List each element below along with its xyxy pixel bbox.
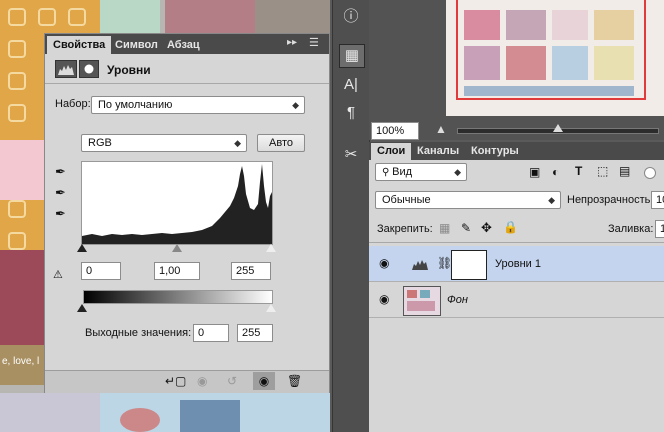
levels-adjustment-icon <box>55 60 77 78</box>
layer-visibility-eye-icon[interactable]: ◉ <box>379 256 389 270</box>
canvas-caption: e, love, l <box>2 356 40 367</box>
layer-mask-thumbnail[interactable] <box>451 250 487 280</box>
output-black-slider[interactable] <box>77 304 87 312</box>
blend-mode-select[interactable]: Обычные ◆ <box>375 191 561 209</box>
filter-image-icon[interactable]: ▣ <box>529 165 540 179</box>
layer-visibility-eye-icon[interactable]: ◉ <box>379 292 389 306</box>
tab-paths[interactable]: Контуры <box>465 143 525 160</box>
input-black-field[interactable]: 0 <box>81 262 121 280</box>
channel-select[interactable]: RGB ◆ <box>81 134 247 152</box>
layer-mask-link-icon[interactable]: ⛓ <box>437 256 452 270</box>
lock-transparent-icon[interactable]: ▦ <box>439 221 450 235</box>
panel-icon-strip: ⓘ ▦ A| ¶ ✂ <box>332 0 370 432</box>
gray-point-eyedropper-icon[interactable]: ✒ <box>55 185 66 201</box>
output-gradient <box>83 290 273 304</box>
auto-button[interactable]: Авто <box>257 134 305 152</box>
layers-panel: Слои Каналы Контуры ⚲ Вид ◆ ▣ ◐ T ⬚ ▤ Обы… <box>369 142 664 432</box>
canvas-dot-pattern <box>100 0 160 34</box>
character-icon[interactable]: A| <box>339 74 363 96</box>
reset-icon[interactable]: ↺ <box>227 374 237 388</box>
layer-name-levels[interactable]: Уровни 1 <box>495 258 541 270</box>
visibility-eye-icon[interactable]: ◉ <box>253 372 275 390</box>
info-icon[interactable]: ⓘ <box>339 6 363 28</box>
layer-name-background[interactable]: Фон <box>447 294 468 306</box>
filter-adjustment-icon[interactable]: ◐ <box>552 165 559 179</box>
fill-field[interactable]: 100% <box>655 220 664 238</box>
clip-to-layer-icon[interactable]: ↵▢ <box>165 374 186 388</box>
lock-image-icon[interactable]: ✎ <box>461 221 471 235</box>
opacity-field[interactable]: 100% <box>651 191 664 209</box>
histogram <box>81 161 273 245</box>
output-levels-label: Выходные значения: <box>85 327 192 339</box>
delete-trash-icon[interactable]: 🗑 <box>287 374 302 388</box>
filter-type-icon[interactable]: T <box>575 164 582 178</box>
lock-position-icon[interactable]: ✥ <box>481 220 492 236</box>
tab-channels[interactable]: Каналы <box>411 143 465 160</box>
output-white-slider[interactable] <box>266 304 276 312</box>
zoom-out-icon[interactable]: ▲ <box>435 122 447 136</box>
paragraph-icon[interactable]: ¶ <box>339 102 363 124</box>
lock-label: Закрепить: <box>377 223 433 235</box>
output-black-field[interactable]: 0 <box>193 324 229 342</box>
zoom-field[interactable]: 100% <box>371 122 419 140</box>
layers-tab-bar: Слои Каналы Контуры <box>369 142 664 160</box>
black-point-eyedropper-icon[interactable]: ✒ <box>55 164 66 180</box>
layer-filter-select[interactable]: ⚲ Вид ◆ <box>375 163 467 181</box>
lock-all-icon[interactable]: 🔒 <box>503 220 518 234</box>
properties-footer: ↵▢ ◉ ↺ ◉ 🗑 <box>45 370 329 393</box>
view-previous-icon[interactable]: ◉ <box>197 374 207 388</box>
input-white-field[interactable]: 255 <box>231 262 271 280</box>
input-white-slider[interactable] <box>266 244 276 252</box>
tools-icon[interactable]: ✂ <box>339 144 363 166</box>
input-gamma-field[interactable]: 1,00 <box>154 262 200 280</box>
fill-label: Заливка: <box>608 223 654 235</box>
tab-character[interactable]: Символ <box>109 36 164 54</box>
navigator-panel: 100% ▲ <box>369 0 664 140</box>
tab-properties[interactable]: Свойства <box>47 36 112 54</box>
white-point-eyedropper-icon[interactable]: ✒ <box>55 206 66 222</box>
properties-panel-icon[interactable]: ▦ <box>339 44 365 68</box>
levels-layer-icon <box>411 257 431 271</box>
histogram-graph <box>82 164 272 244</box>
preset-select[interactable]: По умолчанию ◆ <box>91 96 305 114</box>
input-gamma-slider[interactable] <box>172 244 182 252</box>
canvas-photo <box>165 0 255 34</box>
clipping-warning-icon[interactable]: ⚠ <box>53 268 63 281</box>
filter-smart-object-icon[interactable]: ▤ <box>619 164 630 178</box>
zoom-slider-thumb[interactable] <box>553 124 563 132</box>
properties-tab-bar: Свойства Символ Абзац ▸▸ ☰ <box>45 34 329 54</box>
output-white-field[interactable]: 255 <box>237 324 273 342</box>
opacity-label: Непрозрачность: <box>567 194 654 206</box>
navigator-preview[interactable] <box>446 0 664 116</box>
input-black-slider[interactable] <box>77 244 87 252</box>
layer-thumbnail[interactable] <box>403 286 441 316</box>
adjustment-title: Уровни <box>107 63 151 77</box>
preset-label: Набор: <box>55 98 91 110</box>
filter-toggle-icon[interactable] <box>644 167 656 179</box>
tab-layers[interactable]: Слои <box>371 143 412 160</box>
layer-row-background[interactable]: ◉ Фон <box>369 282 664 318</box>
tab-paragraph[interactable]: Абзац <box>161 36 206 54</box>
properties-panel: Свойства Символ Абзац ▸▸ ☰ Уровни Набор:… <box>44 33 330 393</box>
panel-menu-icon[interactable]: ☰ <box>309 36 319 49</box>
layer-row-levels[interactable]: ◉ ⛓ Уровни 1 <box>369 246 664 282</box>
mask-icon[interactable] <box>79 60 99 78</box>
filter-shape-icon[interactable]: ⬚ <box>597 164 608 178</box>
collapse-icon[interactable]: ▸▸ <box>287 37 297 48</box>
